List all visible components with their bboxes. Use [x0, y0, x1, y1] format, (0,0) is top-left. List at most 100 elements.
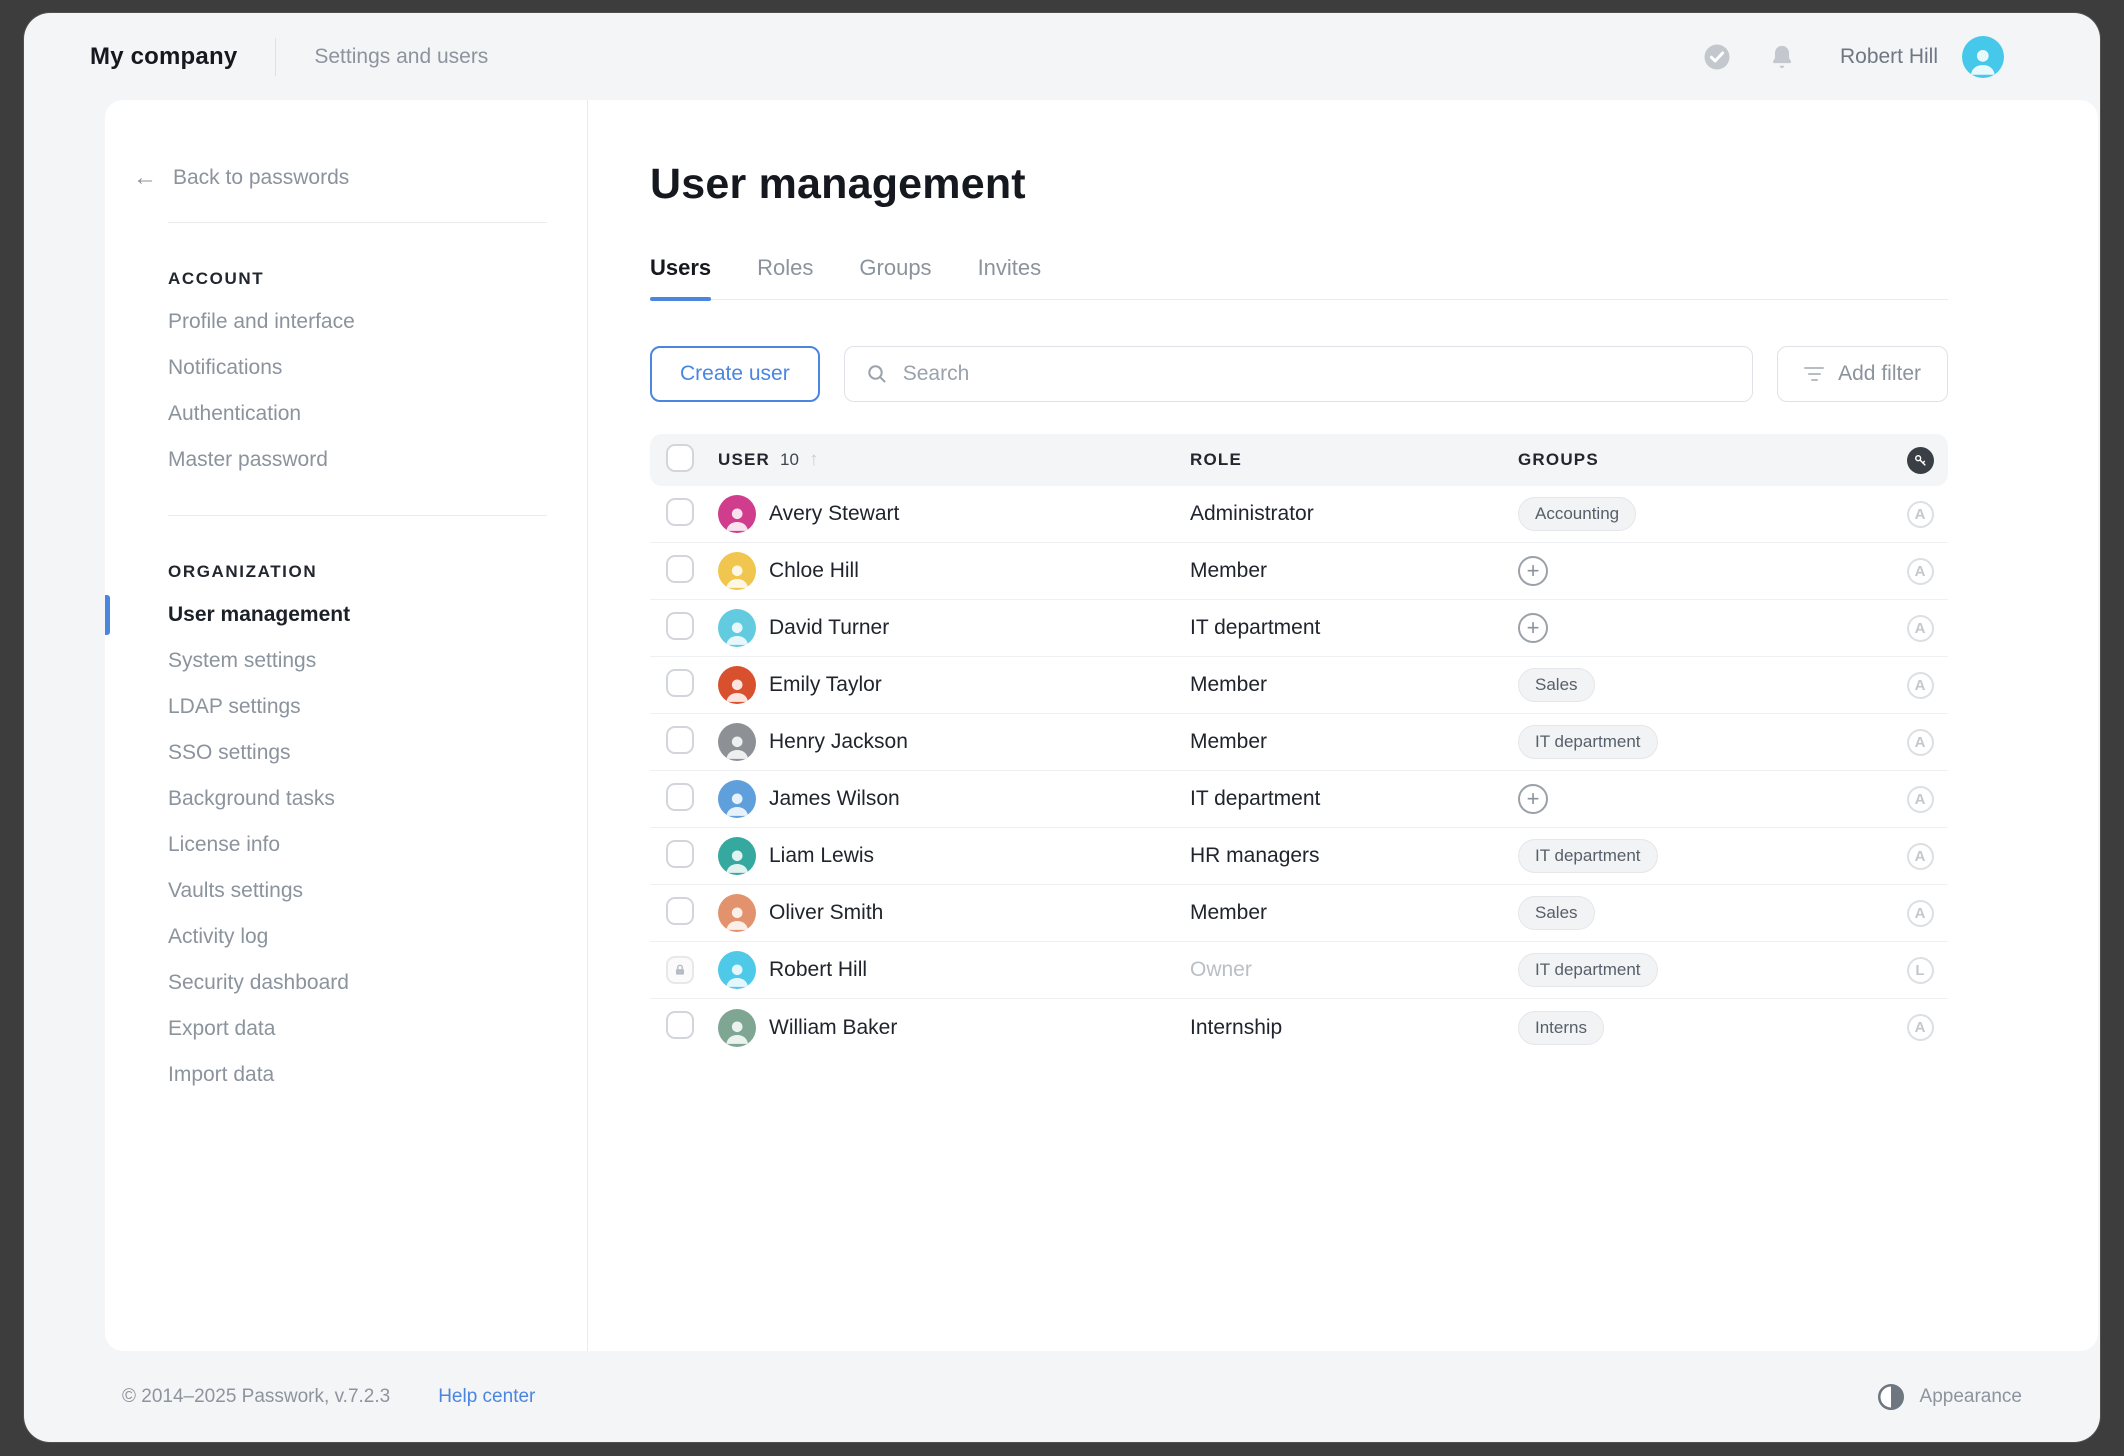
- row-checkbox[interactable]: [666, 498, 694, 526]
- row-checkbox[interactable]: [666, 555, 694, 583]
- topbar-divider: [275, 38, 276, 76]
- page-title: User management: [650, 160, 1948, 209]
- user-name[interactable]: Avery Stewart: [769, 502, 899, 526]
- sidebar-item-user-management[interactable]: User management: [168, 592, 547, 638]
- tab-groups[interactable]: Groups: [859, 255, 931, 299]
- status-badge: A: [1907, 1014, 1934, 1041]
- table-header: USER 10 ↑ ROLE GROUPS: [650, 434, 1948, 486]
- row-checkbox[interactable]: [666, 1011, 694, 1039]
- search-input[interactable]: [903, 362, 1732, 386]
- add-group-plus-icon[interactable]: +: [1518, 784, 1548, 814]
- sidebar-item-license-info[interactable]: License info: [168, 822, 547, 868]
- sidebar-item-activity-log[interactable]: Activity log: [168, 914, 547, 960]
- add-group-plus-icon[interactable]: +: [1518, 613, 1548, 643]
- user-name[interactable]: David Turner: [769, 616, 889, 640]
- sidebar-item-background-tasks[interactable]: Background tasks: [168, 776, 547, 822]
- tab-users[interactable]: Users: [650, 255, 711, 299]
- appearance-icon: [1876, 1382, 1906, 1412]
- topbar-user-name[interactable]: Robert Hill: [1840, 45, 1938, 69]
- sidebar-item-security-dashboard[interactable]: Security dashboard: [168, 960, 547, 1006]
- column-groups[interactable]: GROUPS: [1518, 450, 1898, 470]
- user-role: HR managers: [1190, 844, 1518, 868]
- user-name[interactable]: William Baker: [769, 1016, 897, 1040]
- row-checkbox[interactable]: [666, 783, 694, 811]
- user-groups: Sales: [1518, 896, 1898, 930]
- row-checkbox[interactable]: [666, 669, 694, 697]
- user-role: Owner: [1190, 958, 1518, 982]
- user-name[interactable]: Emily Taylor: [769, 673, 882, 697]
- sidebar-item-sso-settings[interactable]: SSO settings: [168, 730, 547, 776]
- topbar-avatar[interactable]: [1962, 36, 2004, 78]
- table-row[interactable]: Avery Stewart Administrator Accounting A: [650, 486, 1948, 543]
- row-checkbox[interactable]: [666, 726, 694, 754]
- user-name[interactable]: Robert Hill: [769, 958, 867, 982]
- group-pill[interactable]: Accounting: [1518, 497, 1636, 531]
- create-user-button[interactable]: Create user: [650, 346, 820, 402]
- search-box[interactable]: [844, 346, 1753, 402]
- user-name[interactable]: Oliver Smith: [769, 901, 883, 925]
- table-row[interactable]: Chloe Hill Member + A: [650, 543, 1948, 600]
- tab-roles[interactable]: Roles: [757, 255, 813, 299]
- group-pill[interactable]: Interns: [1518, 1011, 1604, 1045]
- sidebar-item-notifications[interactable]: Notifications: [168, 345, 547, 391]
- table-row[interactable]: William Baker Internship Interns A: [650, 999, 1948, 1056]
- table-row[interactable]: David Turner IT department + A: [650, 600, 1948, 657]
- select-all-checkbox[interactable]: [666, 444, 694, 472]
- row-checkbox[interactable]: [666, 897, 694, 925]
- back-arrow-icon: ←: [133, 166, 157, 190]
- company-name: My company: [90, 43, 237, 71]
- user-groups: +: [1518, 613, 1898, 643]
- user-role: Member: [1190, 730, 1518, 754]
- group-pill[interactable]: Sales: [1518, 668, 1595, 702]
- group-pill[interactable]: IT department: [1518, 953, 1658, 987]
- row-checkbox[interactable]: [666, 840, 694, 868]
- group-pill[interactable]: Sales: [1518, 896, 1595, 930]
- sidebar-item-ldap-settings[interactable]: LDAP settings: [168, 684, 547, 730]
- avatar: [718, 723, 756, 761]
- status-badge: A: [1907, 843, 1934, 870]
- sidebar-item-authentication[interactable]: Authentication: [168, 391, 547, 437]
- table-row[interactable]: Henry Jackson Member IT department A: [650, 714, 1948, 771]
- table-row[interactable]: James Wilson IT department + A: [650, 771, 1948, 828]
- back-link-label: Back to passwords: [173, 166, 349, 190]
- group-pill[interactable]: IT department: [1518, 839, 1658, 873]
- add-filter-label: Add filter: [1838, 362, 1921, 386]
- sidebar-item-profile-and-interface[interactable]: Profile and interface: [168, 299, 547, 345]
- user-name[interactable]: James Wilson: [769, 787, 900, 811]
- column-user[interactable]: USER 10 ↑: [718, 449, 1190, 471]
- user-name[interactable]: Henry Jackson: [769, 730, 908, 754]
- key-icon[interactable]: [1907, 447, 1934, 474]
- sidebar-item-export-data[interactable]: Export data: [168, 1006, 547, 1052]
- sidebar-items: Profile and interfaceNotificationsAuthen…: [168, 299, 547, 483]
- table-row[interactable]: Robert Hill Owner IT department L: [650, 942, 1948, 999]
- tab-invites[interactable]: Invites: [978, 255, 1042, 299]
- toolbar: Create user Add filter: [650, 346, 1948, 402]
- user-role: Member: [1190, 901, 1518, 925]
- user-groups: +: [1518, 784, 1898, 814]
- table-row[interactable]: Liam Lewis HR managers IT department A: [650, 828, 1948, 885]
- appearance-toggle[interactable]: Appearance: [1876, 1382, 2022, 1412]
- add-group-plus-icon[interactable]: +: [1518, 556, 1548, 586]
- group-pill[interactable]: IT department: [1518, 725, 1658, 759]
- sidebar-item-vaults-settings[interactable]: Vaults settings: [168, 868, 547, 914]
- user-name[interactable]: Liam Lewis: [769, 844, 874, 868]
- add-filter-button[interactable]: Add filter: [1777, 346, 1948, 402]
- column-role[interactable]: ROLE: [1190, 450, 1518, 470]
- sidebar: ← Back to passwords ACCOUNTProfile and i…: [105, 100, 588, 1351]
- avatar: [718, 837, 756, 875]
- user-role: Administrator: [1190, 502, 1518, 526]
- check-circle-icon[interactable]: [1702, 42, 1732, 72]
- back-to-passwords-link[interactable]: ← Back to passwords: [133, 166, 547, 190]
- footer: © 2014–2025 Passwork, v.7.2.3 Help cente…: [24, 1351, 2100, 1442]
- user-name[interactable]: Chloe Hill: [769, 559, 859, 583]
- sort-asc-icon[interactable]: ↑: [809, 449, 820, 471]
- sidebar-item-import-data[interactable]: Import data: [168, 1052, 547, 1098]
- table-row[interactable]: Oliver Smith Member Sales A: [650, 885, 1948, 942]
- table-row[interactable]: Emily Taylor Member Sales A: [650, 657, 1948, 714]
- row-checkbox[interactable]: [666, 612, 694, 640]
- sidebar-item-system-settings[interactable]: System settings: [168, 638, 547, 684]
- status-badge: A: [1907, 786, 1934, 813]
- sidebar-item-master-password[interactable]: Master password: [168, 437, 547, 483]
- help-center-link[interactable]: Help center: [438, 1386, 535, 1408]
- bell-icon[interactable]: [1768, 43, 1796, 71]
